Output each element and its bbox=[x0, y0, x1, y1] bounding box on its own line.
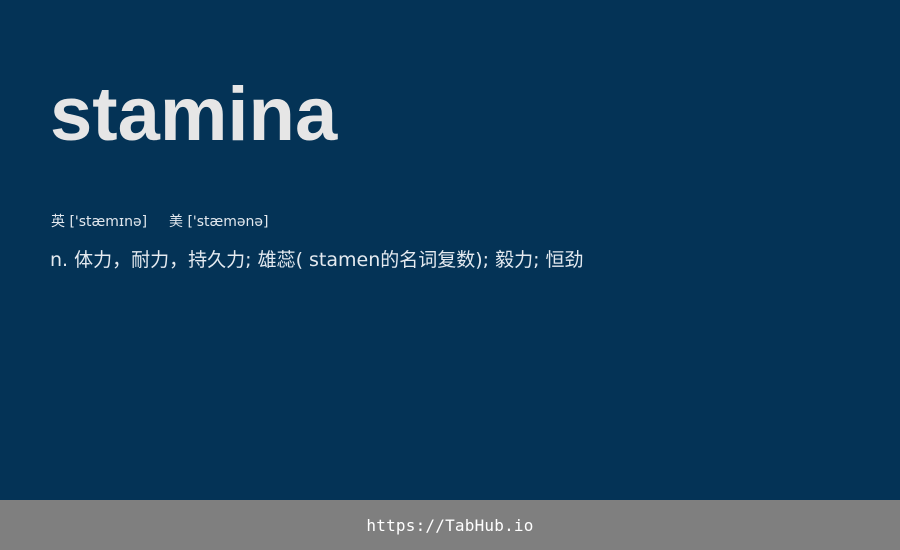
phonetic-us-label: 美 bbox=[169, 214, 183, 230]
phonetic-us: ['stæmənə] bbox=[187, 214, 269, 230]
word-card: stamina 英 ['stæmɪnə] 美 ['stæmənə] n. 体力，… bbox=[0, 0, 900, 500]
tabhub-link[interactable]: https://TabHub.io bbox=[366, 516, 533, 535]
phonetics-line: 英 ['stæmɪnə] 美 ['stæmənə] bbox=[51, 212, 269, 232]
definition-text: n. 体力，耐力，持久力; 雄蕊( stamen的名词复数); 毅力; 恒劲 bbox=[50, 249, 584, 271]
phonetic-uk-label: 英 bbox=[51, 214, 65, 230]
footer-bar: https://TabHub.io bbox=[0, 500, 900, 550]
headword: stamina bbox=[50, 72, 338, 157]
phonetic-uk: ['stæmɪnə] bbox=[69, 214, 148, 230]
